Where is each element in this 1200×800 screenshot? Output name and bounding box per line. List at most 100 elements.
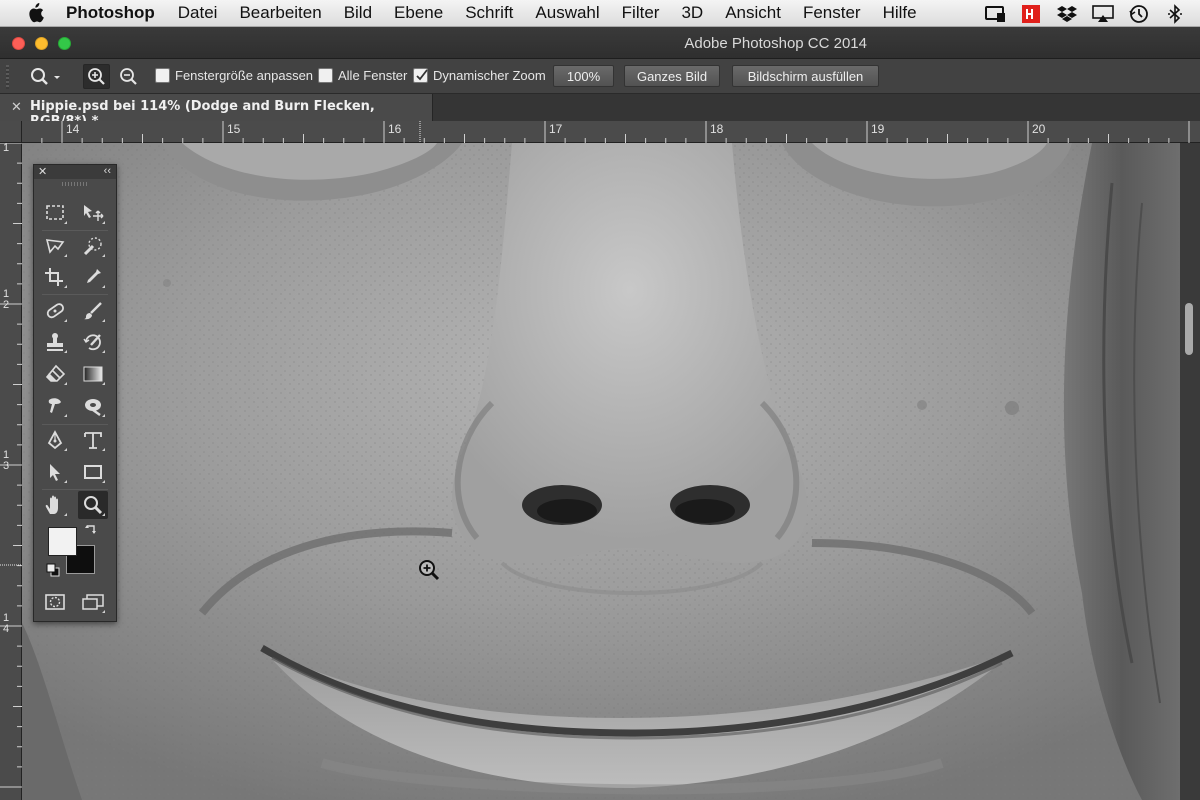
ruler-label: 16 [388,122,402,136]
dodge-tool[interactable] [78,392,108,420]
menu-datei[interactable]: Datei [178,3,218,23]
document-tab[interactable]: ✕ Hippie.psd bei 114% (Dodge and Burn Fl… [0,94,433,129]
airplay-icon[interactable] [1092,3,1114,25]
tool-preset-picker[interactable] [24,64,64,89]
vertical-scrollbar-thumb[interactable] [1185,303,1193,355]
window-title: Adobe Photoshop CC 2014 [684,35,867,52]
magnifier-icon [84,496,103,515]
stamp-icon [47,333,63,351]
screen-mode-icon [82,594,104,610]
all-windows-label[interactable]: Alle Fenster [338,68,407,83]
menu-bar: Photoshop Datei Bearbeiten Bild Ebene Sc… [0,0,1200,27]
menu-3d[interactable]: 3D [681,3,703,23]
vertical-ruler[interactable]: 1 1 2 1 3 1 4 [0,143,22,800]
pen-tool[interactable] [40,426,70,454]
close-panel-icon[interactable]: ✕ [38,165,47,178]
horizontal-ruler[interactable]: 14 15 16 17 18 19 20 [22,121,1200,143]
scrubby-zoom-checkbox[interactable] [413,68,428,83]
quick-mask-icon [45,594,65,610]
display-mirror-icon[interactable] [984,3,1006,25]
quick-selection-tool[interactable] [78,232,108,260]
menu-ebene[interactable]: Ebene [394,3,443,23]
menu-filter[interactable]: Filter [622,3,660,23]
ruler-origin[interactable] [0,121,22,143]
ruler-label: 19 [871,122,885,136]
path-selection-tool[interactable] [40,458,70,486]
type-tool[interactable] [78,426,108,454]
scrubby-zoom-label[interactable]: Dynamischer Zoom [433,68,546,83]
menu-hilfe[interactable]: Hilfe [883,3,917,23]
hand-icon [45,495,58,514]
close-tab-icon[interactable]: ✕ [11,99,22,115]
brush-icon [84,302,102,320]
menu-ansicht[interactable]: Ansicht [725,3,781,23]
menu-app-name[interactable]: Photoshop [66,3,155,23]
resize-windows-checkbox[interactable] [155,68,170,83]
menu-fenster[interactable]: Fenster [803,3,861,23]
ruler-label: 17 [549,122,563,136]
eyedropper-tool[interactable] [78,263,108,291]
crop-icon [45,268,63,286]
apple-menu-icon[interactable] [24,2,46,24]
tools-separator [42,294,108,295]
options-bar-grip[interactable] [6,65,9,89]
move-tool[interactable] [78,199,108,227]
time-machine-icon[interactable] [1128,3,1150,25]
quick-selection-icon [83,237,102,256]
path-selection-icon [50,464,60,481]
hand-tool[interactable] [40,491,70,519]
lasso-tool[interactable] [40,232,70,260]
polygonal-lasso-icon [45,239,65,254]
menu-schrift[interactable]: Schrift [465,3,513,23]
zoom-out-button[interactable] [115,64,142,89]
resize-windows-label[interactable]: Fenstergröße anpassen [175,68,313,83]
tools-panel-grip[interactable] [62,182,88,186]
vertical-scrollbar[interactable] [1180,143,1200,800]
ruler-label: 1 2 [3,288,10,311]
dodge-icon [85,399,101,416]
default-colors-icon[interactable] [46,563,60,582]
ruler-label: 1 4 [3,612,10,635]
rectangle-tool[interactable] [78,458,108,486]
zoom-in-cursor-icon [417,558,441,587]
foreground-color-swatch[interactable] [48,527,77,556]
bluetooth-icon[interactable] [1164,3,1186,25]
swap-colors-icon[interactable] [84,523,98,542]
blur-tool[interactable] [40,392,70,420]
ruler-label: 14 [66,122,80,136]
menu-extras [984,0,1186,27]
history-brush-tool[interactable] [78,328,108,356]
dropbox-icon[interactable] [1056,3,1078,25]
window-close-button[interactable] [12,37,25,50]
zoom-out-icon [119,67,137,85]
clone-stamp-tool[interactable] [40,328,70,356]
zoom-in-icon [87,67,105,85]
collapse-panel-icon[interactable]: ‹‹ [104,165,111,177]
zoom-tool[interactable] [78,491,108,519]
zoom-in-button[interactable] [83,64,110,89]
history-brush-icon [83,334,101,351]
gradient-tool[interactable] [78,360,108,388]
all-windows-checkbox[interactable] [318,68,333,83]
menu-auswahl[interactable]: Auswahl [535,3,599,23]
menu-bearbeiten[interactable]: Bearbeiten [239,3,321,23]
screen-mode-button[interactable] [78,588,108,616]
bandage-icon [46,303,64,319]
crop-tool[interactable] [40,263,70,291]
actual-pixels-button[interactable]: 100% [553,65,614,87]
eraser-tool[interactable] [40,360,70,388]
fit-screen-button[interactable]: Ganzes Bild [624,65,720,87]
adobe-cc-icon[interactable] [1020,3,1042,25]
spot-healing-brush-tool[interactable] [40,297,70,325]
document-canvas[interactable] [22,143,1180,800]
gradient-icon [83,366,103,382]
rectangular-marquee-tool[interactable] [40,199,70,227]
menu-bild[interactable]: Bild [344,3,372,23]
brush-tool[interactable] [78,297,108,325]
quick-mask-button[interactable] [40,588,70,616]
window-zoom-button[interactable] [58,37,71,50]
document-tab-bar: ✕ Hippie.psd bei 114% (Dodge and Burn Fl… [0,94,1200,129]
fill-screen-button[interactable]: Bildschirm ausfüllen [732,65,879,87]
tools-panel-header[interactable]: ✕ ‹‹ [34,165,116,179]
window-minimize-button[interactable] [35,37,48,50]
